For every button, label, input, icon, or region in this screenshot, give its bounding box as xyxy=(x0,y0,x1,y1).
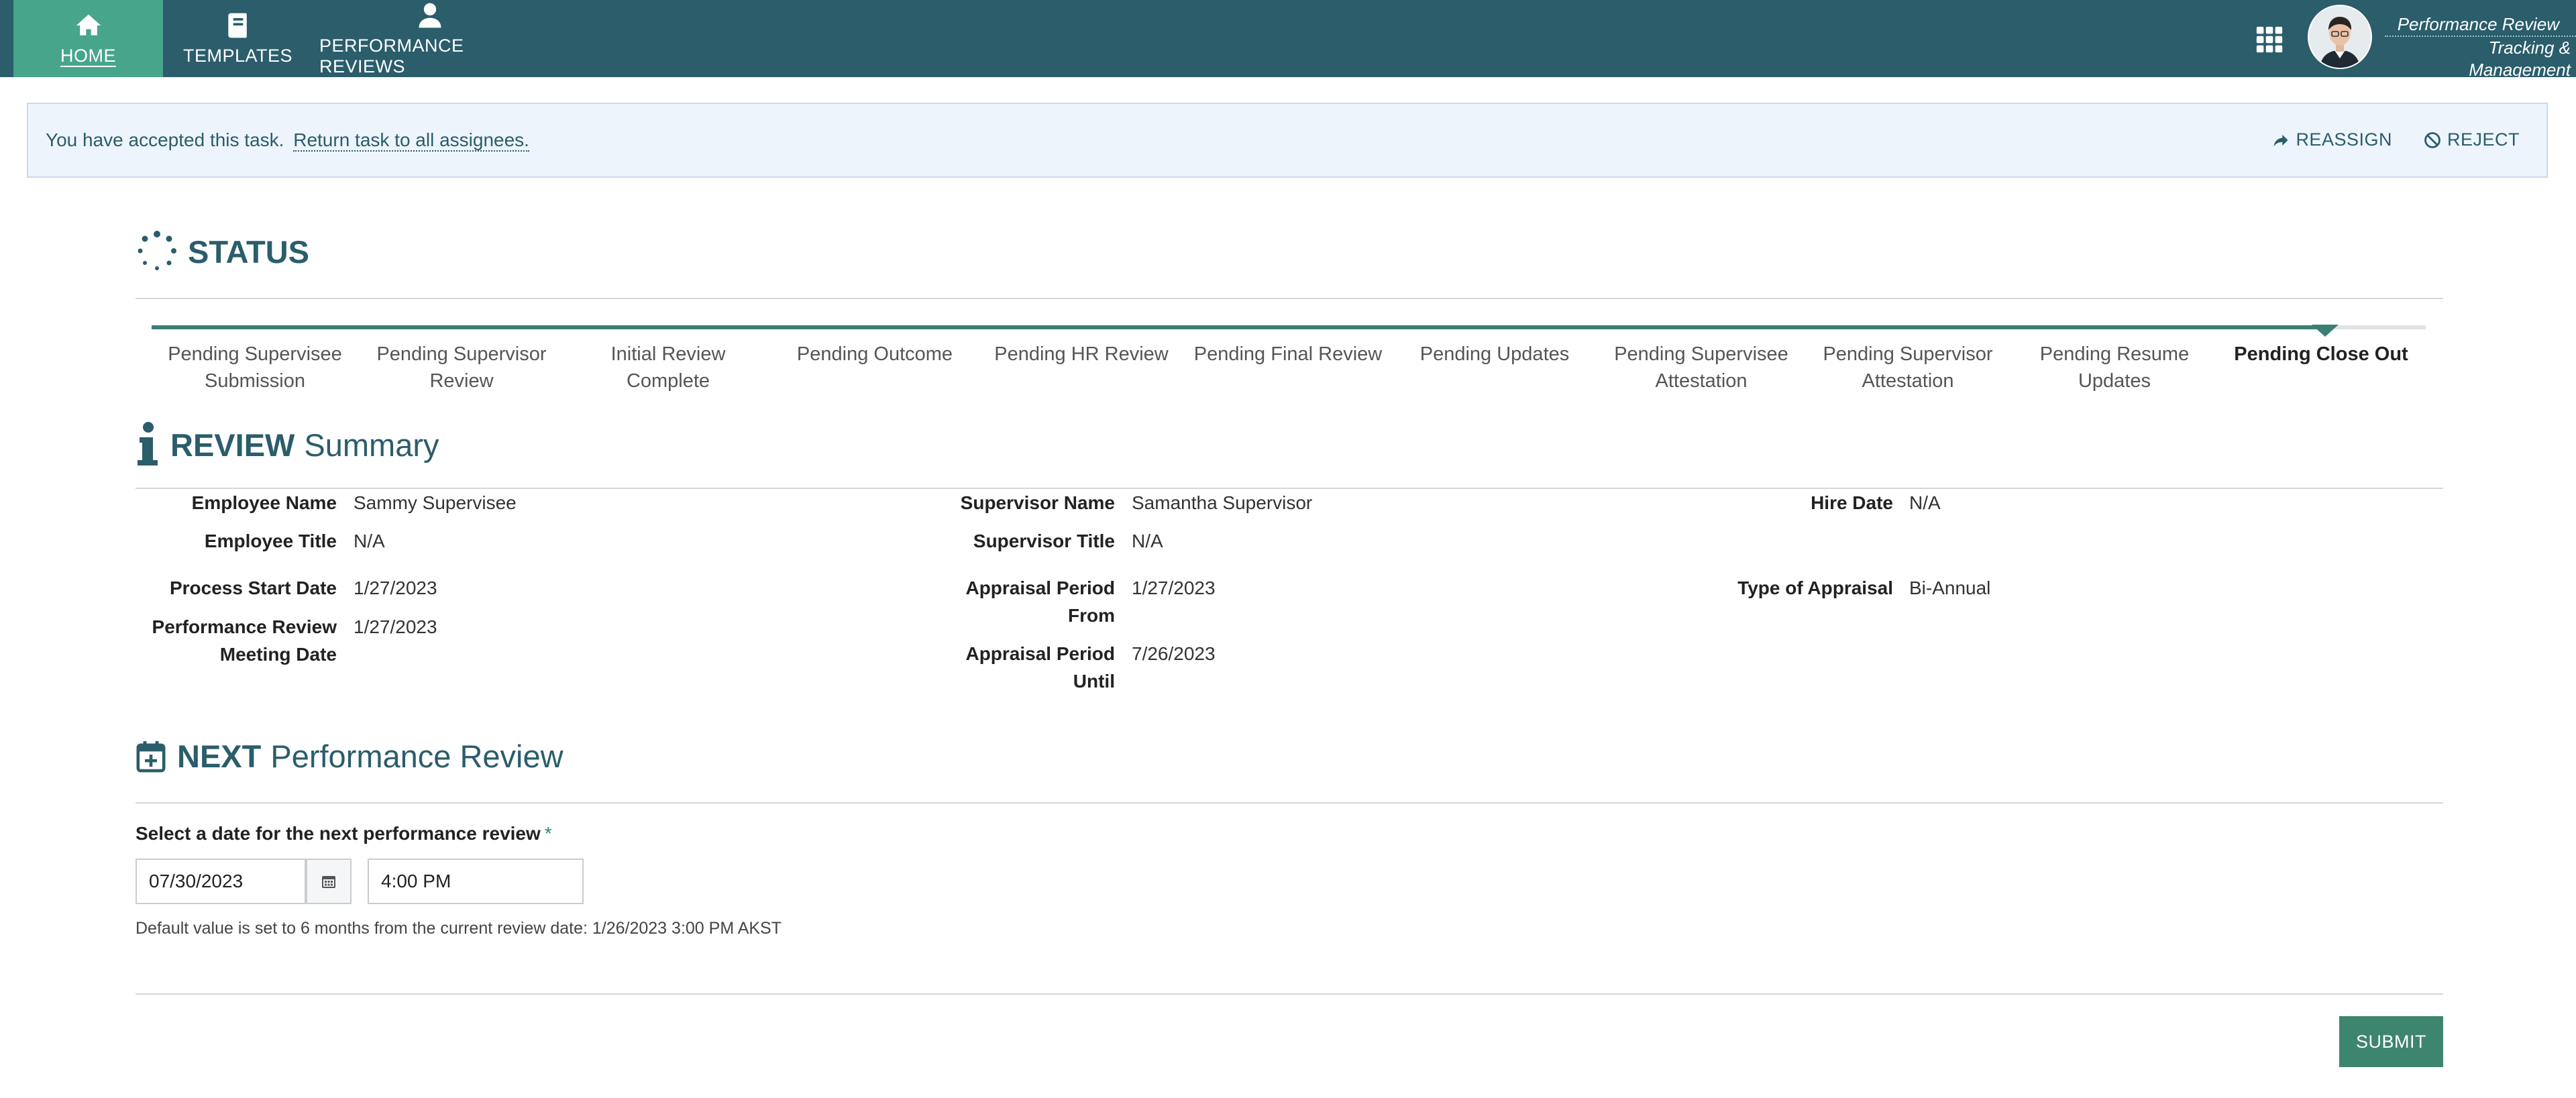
step-pending-supervisee-attestation: Pending Supervisee Attestation xyxy=(1614,343,1788,392)
status-title: STATUS xyxy=(188,233,310,270)
hire-date-label: Hire Date xyxy=(1811,492,1893,513)
task-accepted-notice: You have accepted this task. Return task… xyxy=(27,103,2548,178)
next-title-light: Performance Review xyxy=(270,738,564,774)
notice-actions: REASSIGN REJECT xyxy=(2271,129,2520,150)
review-summary-heading: REVIEW Summary xyxy=(136,421,439,468)
top-navigation-bar: HOME TEMPLATES PERFORMANCE REVIEWS Perfo… xyxy=(0,0,2576,80)
step-pending-supervisee-submission: Pending Supervisee Submission xyxy=(168,343,342,392)
date-label-text: Select a date for the next performance r… xyxy=(136,823,541,844)
step-pending-close-out: Pending Close Out xyxy=(2234,343,2408,365)
appraisal-type-label: Type of Appraisal xyxy=(1737,578,1893,598)
nav-performance-reviews[interactable]: PERFORMANCE REVIEWS xyxy=(319,0,541,77)
step-pending-final-review: Pending Final Review xyxy=(1193,343,1383,365)
nav-home[interactable]: HOME xyxy=(13,0,163,77)
step-initial-review-complete: Initial Review Complete xyxy=(610,343,726,392)
next-review-heading: NEXT Performance Review xyxy=(136,738,564,775)
reject-label: REJECT xyxy=(2447,129,2520,150)
reassign-label: REASSIGN xyxy=(2296,129,2392,150)
status-progress xyxy=(152,325,2325,329)
info-icon xyxy=(138,422,158,465)
employee-title-value: N/A xyxy=(354,531,385,551)
ban-icon xyxy=(2424,131,2440,148)
notice-text: You have accepted this task. xyxy=(46,129,284,150)
apps-grid-icon[interactable] xyxy=(2254,24,2285,55)
calendar-plus-icon xyxy=(136,740,166,772)
nav-home-label: HOME xyxy=(60,46,116,66)
review-title-light: Summary xyxy=(304,427,439,463)
meeting-date-value: 1/27/2023 xyxy=(354,616,437,637)
appraisal-period-from-value: 1/27/2023 xyxy=(1132,578,1216,598)
next-review-date-label: Select a date for the next performance r… xyxy=(136,823,552,844)
home-icon xyxy=(76,14,101,36)
appraisal-period-until-value: 7/26/2023 xyxy=(1132,643,1216,664)
required-asterisk: * xyxy=(544,823,552,844)
calendar-picker-button[interactable] xyxy=(306,859,352,904)
hire-date-value: N/A xyxy=(1909,492,1941,513)
next-review-date-input[interactable] xyxy=(136,859,306,904)
person-icon xyxy=(419,3,441,28)
submit-button[interactable]: SUBMIT xyxy=(2339,1016,2443,1067)
supervisor-name-value: Samantha Supervisor xyxy=(1132,492,1313,513)
reassign-button[interactable]: REASSIGN xyxy=(2271,129,2392,150)
step-pending-supervisor-review: Pending Supervisor Review xyxy=(376,343,547,392)
supervisor-name-label: Supervisor Name xyxy=(960,492,1115,513)
meeting-date-label: Performance Review Meeting Date xyxy=(152,616,337,665)
next-divider xyxy=(136,802,2443,804)
nav-performance-reviews-label: PERFORMANCE REVIEWS xyxy=(319,35,464,76)
spinner-icon xyxy=(138,231,176,270)
employee-title-label: Employee Title xyxy=(204,531,337,551)
user-portrait-icon xyxy=(2309,6,2371,68)
status-heading: STATUS xyxy=(136,230,309,273)
step-pending-updates: Pending Updates xyxy=(1419,343,1570,365)
nav-templates-label: TEMPLATES xyxy=(182,46,293,66)
share-arrow-icon xyxy=(2273,134,2288,146)
user-avatar[interactable] xyxy=(2308,5,2372,69)
process-start-value: 1/27/2023 xyxy=(354,578,437,598)
brand-line-2: Tracking & Management xyxy=(2385,36,2576,81)
status-divider xyxy=(136,298,2443,299)
step-pending-outcome: Pending Outcome xyxy=(796,343,953,365)
supervisor-title-label: Supervisor Title xyxy=(973,531,1115,551)
appraisal-type-value: Bi-Annual xyxy=(1909,578,1991,598)
calendar-icon xyxy=(322,876,335,888)
app-brand: Performance Review Tracking & Management xyxy=(2385,13,2576,81)
appraisal-period-from-label: Appraisal Period From xyxy=(965,578,1115,626)
supervisor-title-value: N/A xyxy=(1132,531,1163,551)
step-pending-resume-updates: Pending Resume Updates xyxy=(2039,343,2190,392)
notice-message: You have accepted this task. Return task… xyxy=(46,129,529,152)
footer-divider xyxy=(136,993,2443,995)
review-title-bold: REVIEW xyxy=(170,427,295,463)
current-step-marker xyxy=(2312,325,2339,337)
next-review-time-input[interactable] xyxy=(368,859,584,904)
brand-line-1: Performance Review xyxy=(2397,14,2559,34)
step-pending-supervisor-attestation: Pending Supervisor Attestation xyxy=(1823,343,1993,392)
process-start-label: Process Start Date xyxy=(169,578,337,598)
book-icon xyxy=(227,13,247,38)
next-title-bold: NEXT xyxy=(177,738,262,774)
step-pending-hr-review: Pending HR Review xyxy=(994,343,1169,365)
appraisal-period-until-label: Appraisal Period Until xyxy=(965,643,1115,692)
default-date-hint: Default value is set to 6 months from th… xyxy=(136,919,782,938)
employee-name-label: Employee Name xyxy=(191,492,337,513)
reject-button[interactable]: REJECT xyxy=(2423,129,2520,150)
return-task-link[interactable]: Return task to all assignees. xyxy=(293,129,529,152)
employee-name-value: Sammy Supervisee xyxy=(354,492,517,513)
nav-templates[interactable]: TEMPLATES xyxy=(176,0,300,77)
